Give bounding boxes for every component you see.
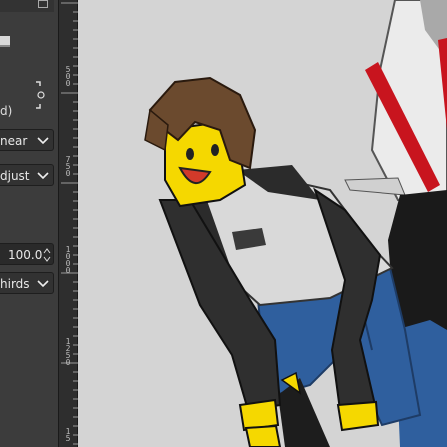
panel-menu-icon[interactable]	[38, 0, 48, 8]
opacity-field[interactable]: 100.0	[0, 243, 54, 265]
tool-options-panel: d) near djust 100.0 hirds	[0, 0, 58, 447]
artwork	[144, 0, 447, 447]
guides-value: hirds	[0, 277, 30, 291]
image-preview-icon[interactable]	[0, 36, 10, 47]
interpolation-select[interactable]: near	[0, 129, 54, 151]
image-canvas[interactable]	[78, 0, 447, 447]
spin-arrows-icon[interactable]	[43, 247, 51, 263]
clipping-select[interactable]: djust	[0, 164, 54, 186]
guides-select[interactable]: hirds	[0, 272, 54, 294]
opacity-value: 100.0	[8, 248, 43, 262]
truncated-label: d)	[0, 104, 13, 118]
ruler-label: 1 5	[65, 427, 71, 443]
chevron-down-icon	[37, 137, 49, 145]
chevron-down-icon	[37, 172, 49, 180]
ruler-label: 1 2 5 0	[65, 337, 71, 367]
clipping-value: djust	[0, 169, 30, 183]
panel-header	[0, 0, 54, 12]
ruler-label: 5 0 0	[65, 65, 71, 88]
ruler-label: 7 5 0	[65, 155, 71, 178]
reset-icon[interactable]	[34, 78, 46, 112]
ruler-label: 1 0 0 0	[65, 245, 71, 275]
interpolation-value: near	[0, 134, 28, 148]
chevron-down-icon	[37, 280, 49, 288]
